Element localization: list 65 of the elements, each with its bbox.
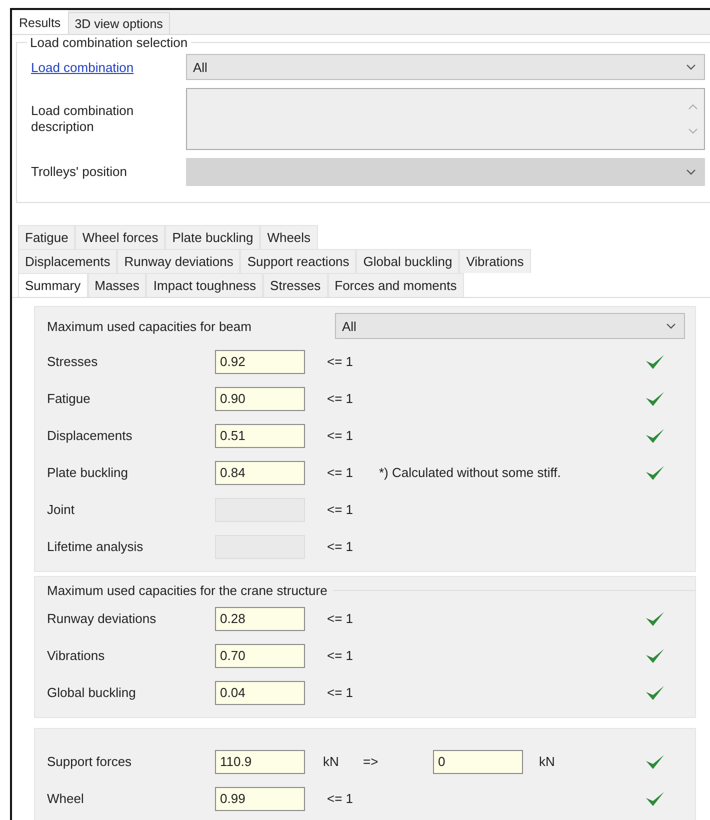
row-label: Runway deviations xyxy=(47,611,158,626)
tab[interactable]: Stresses xyxy=(263,273,328,297)
limit-text: <= 1 xyxy=(326,465,354,480)
limit-text: <= 1 xyxy=(326,685,354,700)
group-title: Load combination selection xyxy=(29,35,189,50)
row-label: Vibrations xyxy=(47,648,106,663)
limit-text: <= 1 xyxy=(326,539,354,554)
tab[interactable]: Wheels xyxy=(260,225,318,249)
tab[interactable]: Support reactions xyxy=(240,249,356,273)
caret-icon xyxy=(686,64,696,70)
tab[interactable]: Forces and moments xyxy=(328,273,464,297)
tab[interactable]: Vibrations xyxy=(459,249,531,273)
row-label: Stresses xyxy=(47,354,99,369)
value-field[interactable]: 0.99 xyxy=(215,786,305,810)
caret-icon xyxy=(666,323,676,329)
value-field[interactable]: 0 xyxy=(433,750,523,774)
value-field[interactable]: 0.51 xyxy=(215,424,305,448)
tab[interactable]: Fatigue xyxy=(18,225,76,249)
tab[interactable]: Displacements xyxy=(18,249,118,273)
description-field[interactable] xyxy=(186,88,705,150)
tab[interactable]: Wheel forces xyxy=(75,225,166,249)
caret-icon xyxy=(686,169,696,175)
tab[interactable]: Impact toughness xyxy=(146,273,264,297)
unit-text: kN xyxy=(322,754,340,769)
tab[interactable]: Masses xyxy=(88,273,146,297)
load-combination-link[interactable]: Load combination xyxy=(31,60,186,74)
description-label: Load combination description xyxy=(31,103,135,135)
row-label: Lifetime analysis xyxy=(47,539,144,554)
limit-text: <= 1 xyxy=(326,791,354,806)
value-field[interactable]: 0.92 xyxy=(215,350,305,374)
limit-text: <= 1 xyxy=(326,428,354,443)
limit-text: <= 1 xyxy=(326,391,354,406)
tab[interactable]: 3D view options xyxy=(68,12,170,34)
row-label: Wheel xyxy=(47,791,85,806)
group-title: Maximum used capacities for the crane structure xyxy=(47,583,328,598)
value-field[interactable]: 0.84 xyxy=(215,460,305,484)
arrow-text: => xyxy=(363,754,380,769)
row-label: Plate buckling xyxy=(47,465,129,480)
limit-text: <= 1 xyxy=(326,611,354,626)
value-field[interactable]: 0.04 xyxy=(215,680,305,704)
beam-filter-dropdown[interactable]: All xyxy=(335,313,685,339)
limit-text: <= 1 xyxy=(326,354,354,369)
value-field[interactable]: 110.9 xyxy=(215,750,305,774)
tab[interactable]: Results xyxy=(12,10,68,34)
tab[interactable]: Global buckling xyxy=(356,249,460,273)
row-label: Displacements xyxy=(47,428,134,443)
row-label: Global buckling xyxy=(47,685,137,700)
value-field[interactable]: 0.90 xyxy=(215,386,305,410)
value-field[interactable]: 0.70 xyxy=(215,644,305,668)
trolleys-dropdown[interactable] xyxy=(186,158,705,186)
trolleys-label: Trolleys' position xyxy=(31,164,128,180)
row-label: Fatigue xyxy=(47,391,92,406)
tab[interactable]: Runway deviations xyxy=(117,249,240,273)
limit-text: <= 1 xyxy=(326,648,354,663)
value-field[interactable]: 0.28 xyxy=(215,606,305,630)
note-text: *) Calculated without some stiff. xyxy=(379,465,562,480)
scrollbar-arrows-icon xyxy=(688,104,698,134)
group-title: Maximum used capacities for beam xyxy=(47,318,252,334)
limit-text: <= 1 xyxy=(326,502,354,517)
unit-text: kN xyxy=(538,754,556,769)
row-label: Support forces xyxy=(47,754,133,769)
load-combination-dropdown[interactable]: All xyxy=(186,54,705,80)
tab[interactable]: Summary xyxy=(18,273,88,297)
tab[interactable]: Plate buckling xyxy=(165,225,260,249)
row-label: Joint xyxy=(47,502,76,517)
